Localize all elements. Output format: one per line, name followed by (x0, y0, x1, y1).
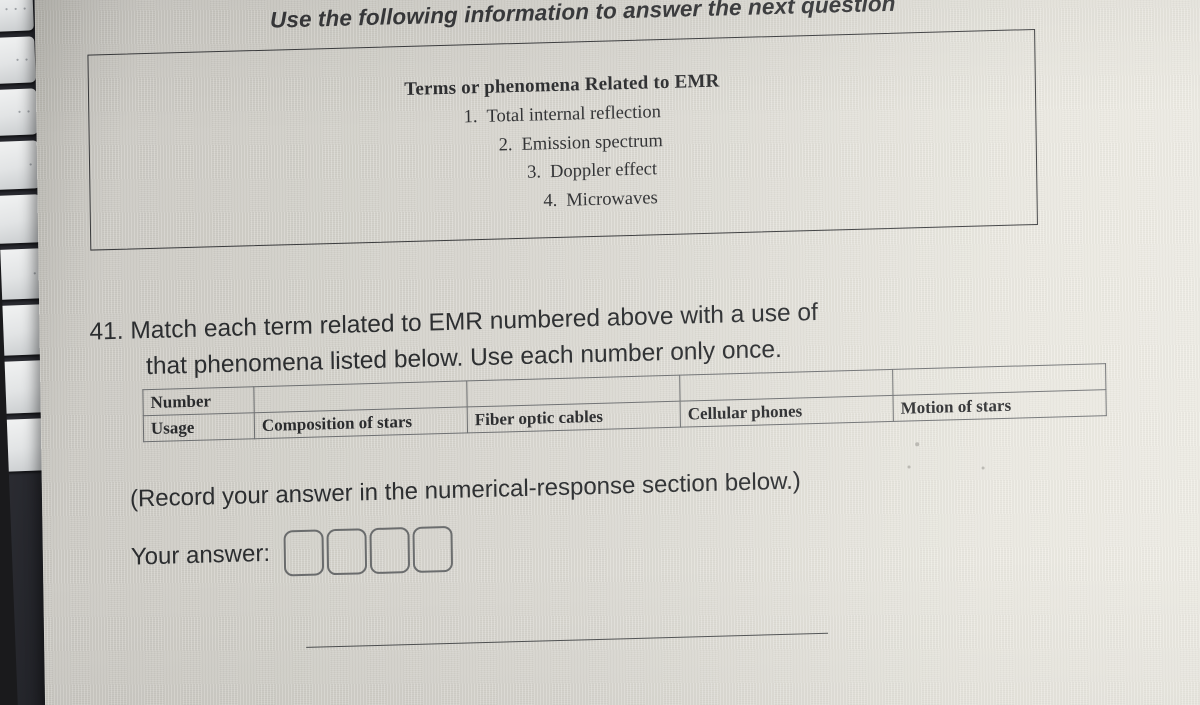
keyboard-key (0, 194, 43, 245)
paper-speck (907, 465, 911, 469)
information-box: Terms or phenomena Related to EMR 1. Tota… (87, 28, 1038, 251)
keyboard-key: • (0, 140, 40, 191)
list-item-text: Total internal reflection (486, 102, 662, 127)
answer-digit-box-2[interactable] (326, 528, 368, 576)
usage-cell-3: Cellular phones (680, 395, 894, 428)
list-item-text: Doppler effect (549, 159, 658, 183)
table-row-header-usage: Usage (143, 412, 255, 442)
bottom-divider-rule (306, 632, 829, 648)
usage-cell-2: Fiber optic cables (467, 401, 681, 433)
page-content: Use the following information to answer … (35, 0, 1200, 705)
usage-cell-1: Composition of stars (254, 406, 468, 439)
list-item-number: 3. (527, 162, 542, 183)
list-item-number: 2. (498, 134, 513, 155)
answer-digit-box-1[interactable] (283, 529, 325, 577)
paper-speck (915, 442, 920, 447)
usage-cell-4: Motion of stars (892, 389, 1107, 422)
list-item-text: Emission spectrum (521, 130, 663, 155)
photo-scene: • • • • • • • • • Use the following info… (0, 0, 1200, 705)
answer-row: Your answer: (130, 525, 457, 581)
table-row-header-number: Number (142, 386, 255, 416)
keyboard-key: • • (0, 88, 38, 137)
answer-digit-box-4[interactable] (412, 525, 454, 573)
keyboard-key-glyph: • • (18, 106, 33, 117)
list-item-number: 1. (463, 107, 478, 128)
answer-label: Your answer: (130, 539, 271, 571)
paper-speck (981, 466, 985, 470)
answer-digit-box-3[interactable] (369, 527, 411, 575)
numerical-response-boxes (283, 525, 457, 577)
record-answer-note: (Record your answer in the numerical-res… (129, 467, 801, 513)
printed-page: Use the following information to answer … (34, 0, 1200, 705)
keyboard-key: • • • (0, 0, 34, 33)
keyboard-key-glyph: • (29, 159, 35, 170)
keyboard-key-glyph: • • (16, 55, 31, 65)
question-number: 41. (89, 317, 124, 346)
page-prompt-heading: Use the following information to answer … (269, 0, 896, 33)
list-item-number: 4. (543, 190, 558, 211)
list-item-text: Microwaves (566, 187, 658, 211)
information-box-list: 1. Total internal reflection 2. Emission s… (89, 88, 1036, 228)
keyboard-key-glyph: • • • (5, 4, 29, 14)
keyboard-key: • • (0, 36, 36, 85)
